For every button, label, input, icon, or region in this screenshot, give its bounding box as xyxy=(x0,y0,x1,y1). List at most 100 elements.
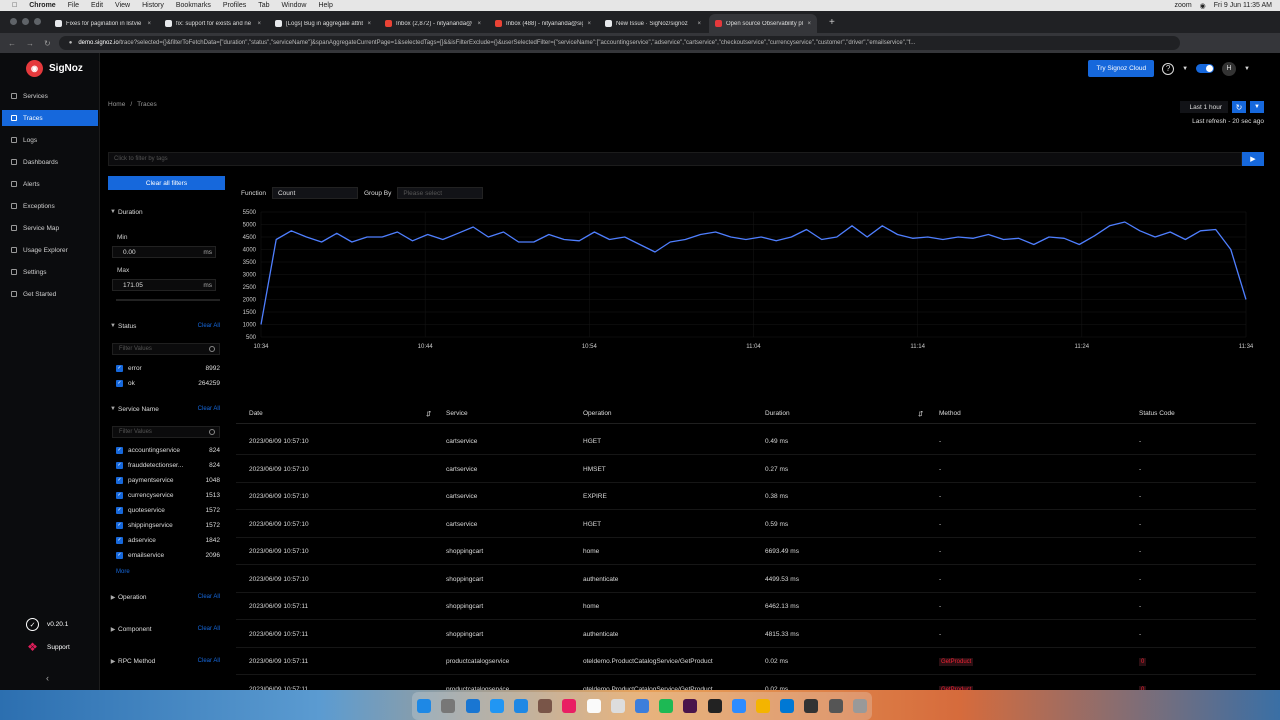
try-signoz-cloud-button[interactable]: Try Signoz Cloud xyxy=(1088,60,1155,77)
browser-tab[interactable]: Inbox (2,872) - nityananda@ × xyxy=(379,14,487,33)
notes-icon[interactable] xyxy=(538,699,553,713)
close-tab-icon[interactable]: × xyxy=(587,21,591,27)
menubar-item[interactable]: File xyxy=(68,2,79,9)
close-tab-icon[interactable]: × xyxy=(367,21,371,27)
forward-icon[interactable]: → xyxy=(26,39,34,48)
service-checkbox-row[interactable]: ✓ currencyservice 1513 xyxy=(116,489,220,501)
close-tab-icon[interactable]: × xyxy=(697,21,701,27)
table-row[interactable]: 2023/06/09 10:57:10 cartservice HGET 0.49 m… xyxy=(236,428,1256,455)
time-range-dropdown[interactable]: Last 1 hour xyxy=(1180,101,1228,113)
status-filter-search[interactable]: Filter Values xyxy=(112,343,220,355)
app-icon[interactable] xyxy=(634,699,649,713)
clear-all-filters-button[interactable]: Clear all filters xyxy=(108,176,225,190)
menubar-item[interactable]: History xyxy=(142,2,164,9)
trash-icon[interactable] xyxy=(852,699,867,713)
group-by-select[interactable]: Please select xyxy=(397,187,484,199)
checkbox-checked-icon[interactable]: ✓ xyxy=(116,491,123,499)
browser-tab[interactable]: Inbox (488) - nityananda@sig × xyxy=(489,14,597,33)
checkbox-checked-icon[interactable]: ✓ xyxy=(116,506,123,514)
vscode-icon[interactable] xyxy=(780,699,795,713)
service-checkbox-row[interactable]: ✓ emailservice 2096 xyxy=(116,549,220,561)
close-tab-icon[interactable]: × xyxy=(807,21,811,27)
browser-tab[interactable]: New Issue · SigNoz/signoz × xyxy=(599,14,707,33)
sidebar-item-get-started[interactable]: Get Started xyxy=(2,286,98,302)
reminders-icon[interactable] xyxy=(610,699,625,713)
close-tab-icon[interactable]: × xyxy=(257,21,261,27)
wifi-icon[interactable]: ◉ xyxy=(1200,2,1206,10)
status-clear-all[interactable]: Clear All xyxy=(198,323,220,329)
component-clear-all[interactable]: Clear All xyxy=(198,626,220,632)
support-link[interactable]: ❖ Support xyxy=(26,641,70,654)
checkbox-checked-icon[interactable]: ✓ xyxy=(116,364,123,372)
sort-icon[interactable]: ⇵ xyxy=(918,410,923,418)
service-name-filter-search[interactable]: Filter Values xyxy=(112,426,220,438)
checkbox-checked-icon[interactable]: ✓ xyxy=(116,446,123,454)
browser-tab[interactable]: fix: support for exists and ne × xyxy=(159,14,267,33)
breadcrumb-home[interactable]: Home xyxy=(108,101,125,108)
service-checkbox-row[interactable]: ✓ adservice 1842 xyxy=(116,534,220,546)
service-name-filter-header[interactable]: ▼ Service Name Clear All xyxy=(108,402,228,416)
table-row[interactable]: 2023/06/09 10:57:10 cartservice HGET 0.59 m… xyxy=(236,511,1256,538)
menubar-item[interactable]: Window xyxy=(282,2,307,9)
table-row[interactable]: 2023/06/09 10:57:11 productcatalogservice… xyxy=(236,648,1256,675)
calendar-icon[interactable] xyxy=(586,699,601,713)
menubar-item[interactable]: Edit xyxy=(91,2,103,9)
close-tab-icon[interactable]: × xyxy=(477,21,481,27)
settings-app-icon[interactable] xyxy=(441,699,456,713)
apple-icon[interactable]:  xyxy=(12,2,17,9)
menubar-item[interactable]: Bookmarks xyxy=(176,2,211,9)
status-checkbox-row[interactable]: ✓ ok 264259 xyxy=(116,377,220,389)
service-checkbox-row[interactable]: ✓ paymentservice 1048 xyxy=(116,474,220,486)
browser-tab[interactable]: Fixes for pagination in listvie × xyxy=(49,14,157,33)
new-tab-button[interactable]: + xyxy=(829,17,835,28)
finder-icon[interactable] xyxy=(417,699,432,713)
more-services-link[interactable]: More xyxy=(116,569,130,575)
service-checkbox-row[interactable]: ✓ frauddetectionser... 824 xyxy=(116,459,220,471)
close-tab-icon[interactable]: × xyxy=(147,21,151,27)
menubar-item[interactable]: Profiles xyxy=(223,2,246,9)
duration-min-input[interactable]: 0.00 ms xyxy=(112,246,216,258)
collapse-sidebar-icon[interactable]: ‹ xyxy=(46,673,49,683)
help-icon[interactable]: ? xyxy=(1162,62,1175,75)
slack-icon[interactable] xyxy=(683,699,698,713)
menubar-item[interactable]: Help xyxy=(318,2,332,9)
theme-toggle[interactable] xyxy=(1196,64,1215,73)
refresh-options-button[interactable]: ▼ xyxy=(1250,101,1264,113)
chrome-icon[interactable] xyxy=(755,699,770,713)
sort-icon[interactable]: ⇵ xyxy=(426,410,431,418)
downloads-icon[interactable] xyxy=(828,699,843,713)
checkbox-checked-icon[interactable]: ✓ xyxy=(116,461,123,469)
chevron-down-icon[interactable]: ▼ xyxy=(1182,66,1188,72)
component-filter-header[interactable]: ▶ Component Clear All xyxy=(108,622,228,636)
duration-slider[interactable] xyxy=(116,299,220,301)
table-row[interactable]: 2023/06/09 10:57:11 shoppingcart authentic… xyxy=(236,621,1256,648)
status-filter-header[interactable]: ▼ Status Clear All xyxy=(108,319,228,333)
sidebar-item-services[interactable]: Services xyxy=(2,88,98,104)
avatar[interactable]: H xyxy=(1222,61,1237,76)
spotify-icon[interactable] xyxy=(659,699,674,713)
menubar-clock[interactable]: Fri 9 Jun 11:35 AM xyxy=(1214,2,1272,9)
reload-icon[interactable]: ↻ xyxy=(44,39,51,48)
terminal-icon[interactable] xyxy=(707,699,722,713)
duration-max-input[interactable]: 171.05 ms xyxy=(112,279,216,291)
duration-filter-header[interactable]: ▼ Duration xyxy=(108,205,228,219)
service-name-clear-all[interactable]: Clear All xyxy=(198,406,220,412)
sidebar-item-dashboards[interactable]: Dashboards xyxy=(2,154,98,170)
photos-icon[interactable] xyxy=(562,699,577,713)
app-store-icon[interactable] xyxy=(465,699,480,713)
sidebar-item-logs[interactable]: Logs xyxy=(2,132,98,148)
refresh-button[interactable]: ↻ xyxy=(1232,101,1246,113)
column-header-duration[interactable]: Duration xyxy=(765,410,790,417)
service-checkbox-row[interactable]: ✓ shippingservice 1572 xyxy=(116,519,220,531)
checkbox-checked-icon[interactable]: ✓ xyxy=(116,476,123,484)
service-checkbox-row[interactable]: ✓ accountingservice 824 xyxy=(116,444,220,456)
sidebar-item-traces[interactable]: Traces xyxy=(2,110,98,126)
zoom-status[interactable]: zoom xyxy=(1175,2,1192,9)
sidebar-item-exceptions[interactable]: Exceptions xyxy=(2,198,98,214)
rpc-method-filter-header[interactable]: ▶ RPC Method Clear All xyxy=(108,654,228,668)
notion-icon[interactable] xyxy=(804,699,819,713)
operation-filter-header[interactable]: ▶ Operation Clear All xyxy=(108,590,228,604)
sidebar-item-alerts[interactable]: Alerts xyxy=(2,176,98,192)
column-header-date[interactable]: Date xyxy=(249,410,263,417)
menubar-item[interactable]: View xyxy=(115,2,130,9)
